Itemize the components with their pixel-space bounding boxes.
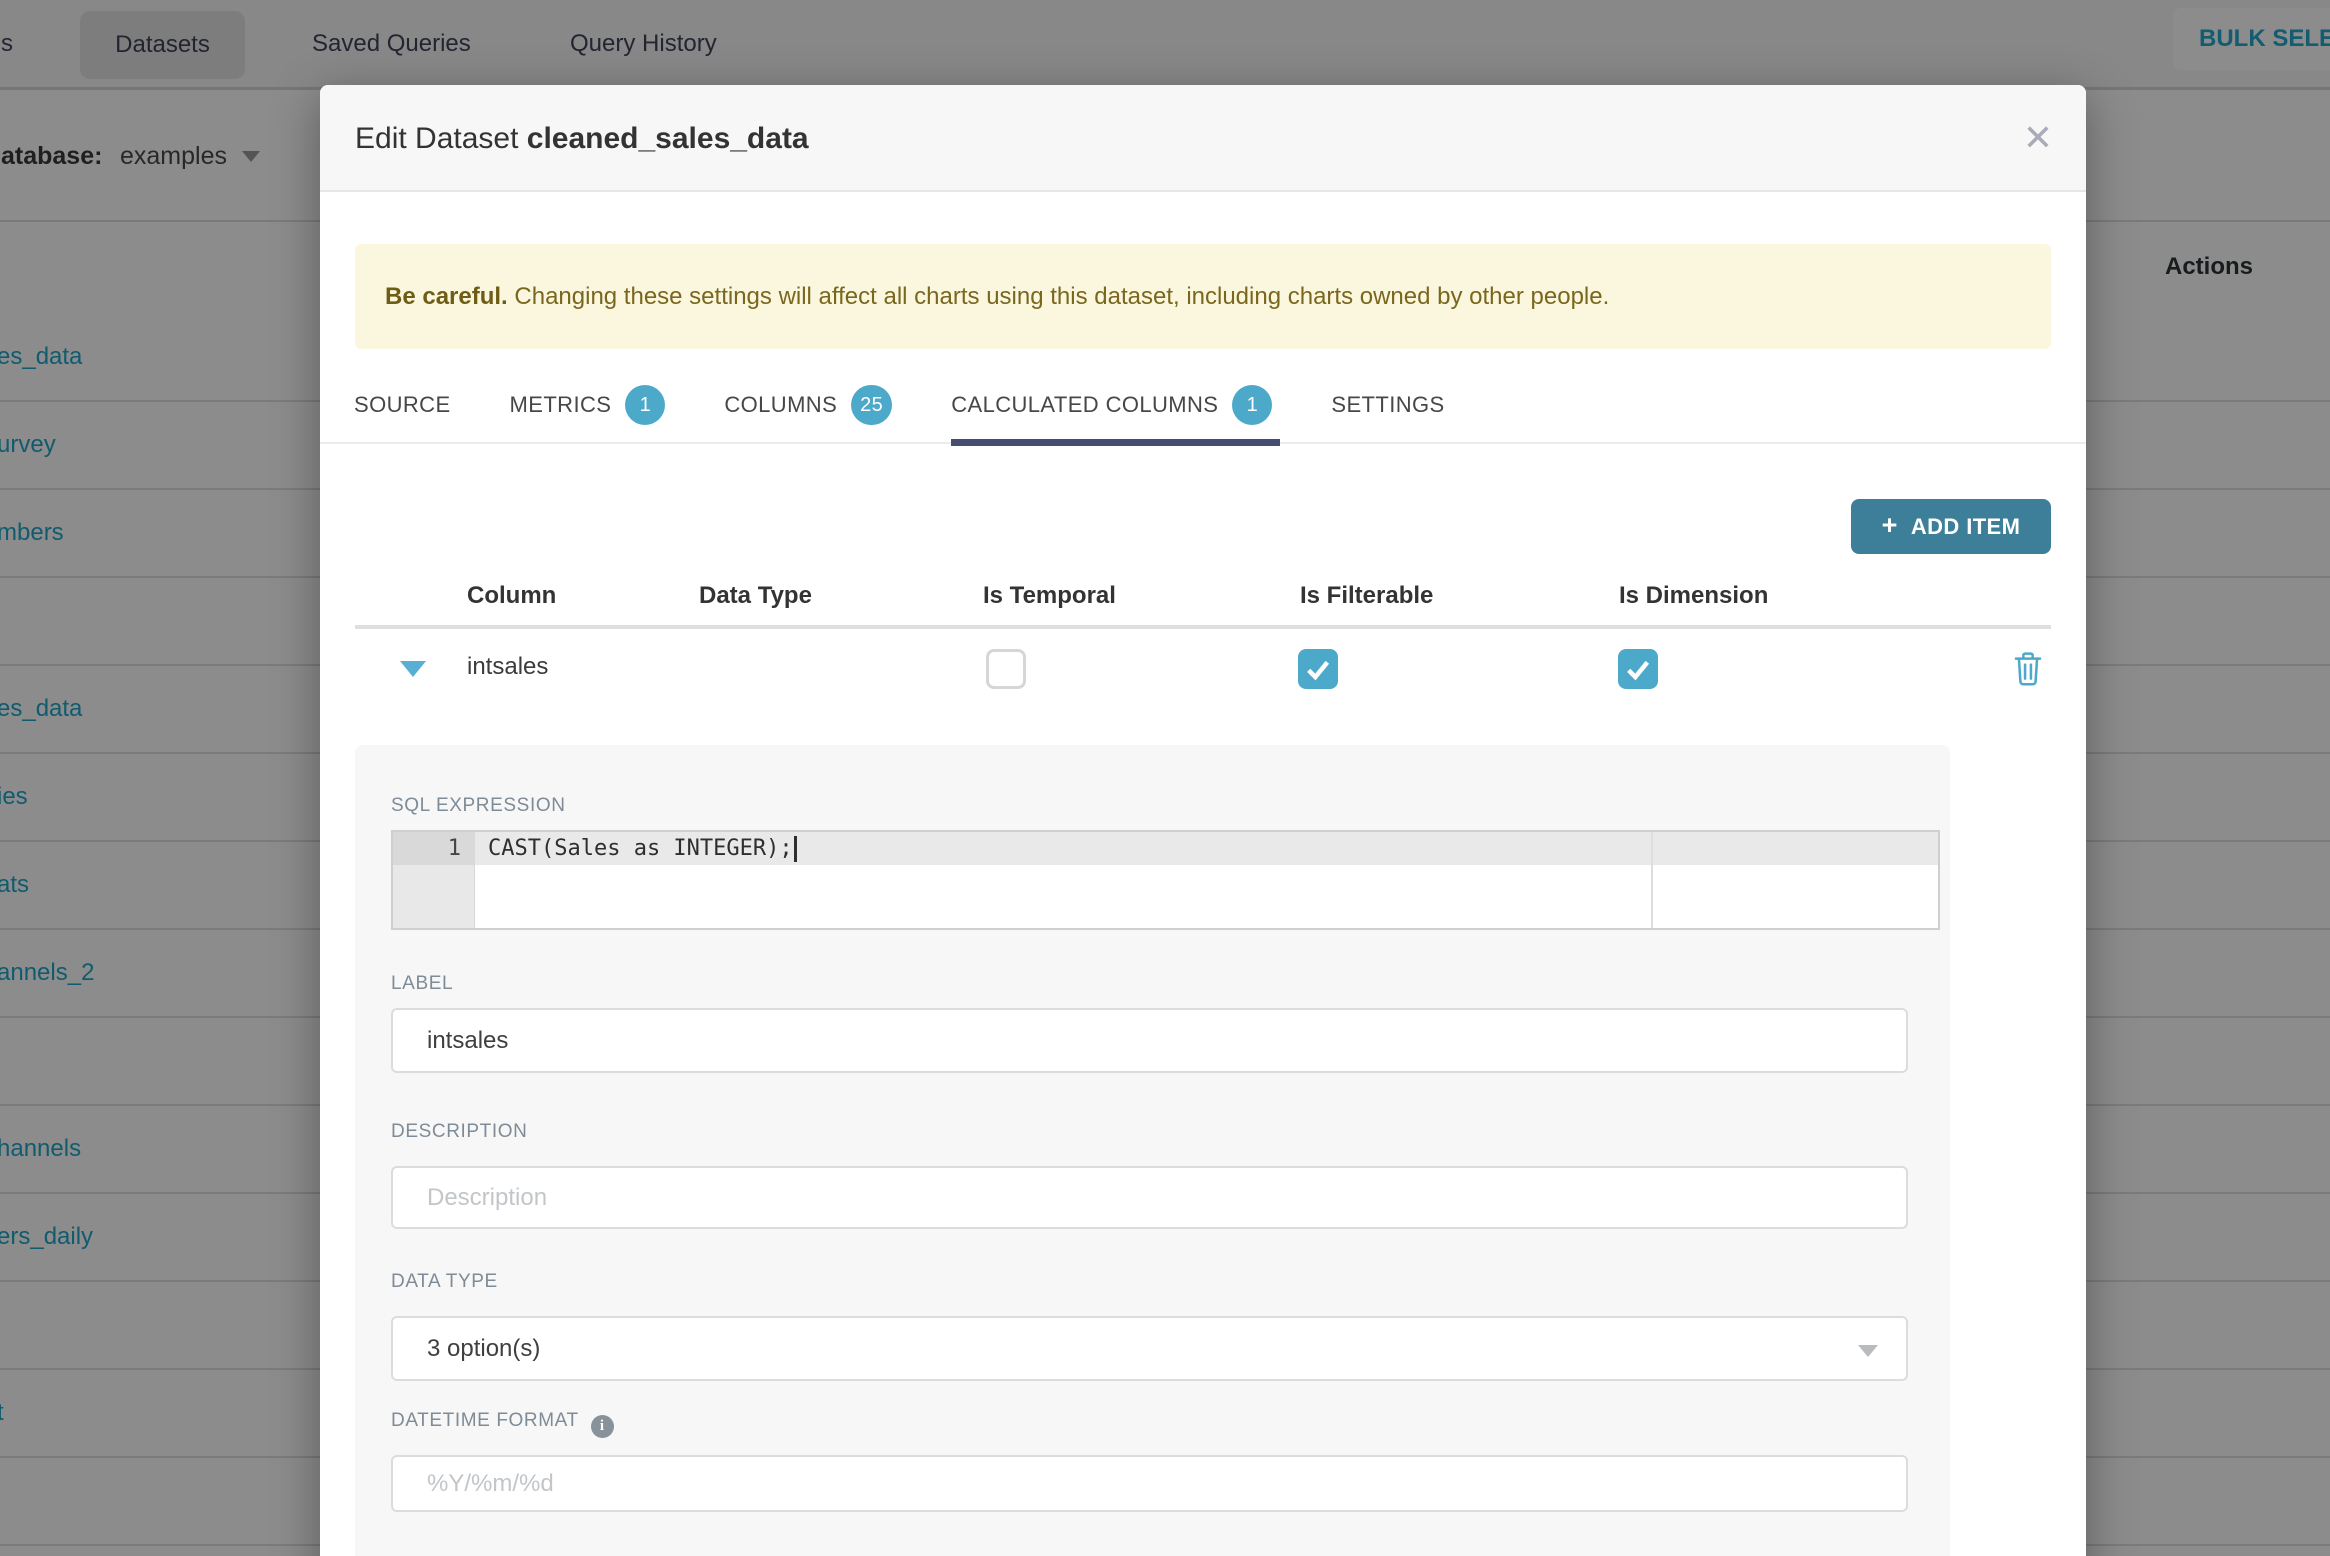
table-header-divider — [355, 625, 2051, 629]
add-item-label: ADD ITEM — [1910, 513, 2021, 539]
column-header-is-temporal: Is Temporal — [983, 582, 1116, 609]
column-header-data-type: Data Type — [699, 582, 812, 609]
tab-label: METRICS — [509, 391, 612, 417]
description-input[interactable] — [391, 1166, 1908, 1229]
info-icon[interactable]: i — [590, 1415, 614, 1438]
edit-dataset-modal: Edit Dataset cleaned_sales_data ✕ Be car… — [320, 85, 2086, 1556]
delete-trash-icon[interactable] — [2012, 650, 2044, 686]
data-type-field-label: DATA TYPE — [391, 1271, 498, 1292]
modal-title: Edit Dataset cleaned_sales_data — [355, 85, 809, 192]
datetime-format-field-label: DATETIME FORMAT i — [391, 1410, 614, 1438]
modal-title-prefix: Edit Dataset — [355, 122, 519, 155]
plus-icon: + — [1881, 510, 1898, 540]
metrics-count-badge: 1 — [625, 384, 666, 425]
tab-settings[interactable]: SETTINGS — [1331, 365, 1444, 444]
column-header-is-dimension: Is Dimension — [1619, 582, 1769, 609]
data-type-value: 3 option(s) — [427, 1335, 541, 1362]
sql-code-text: CAST(Sales as INTEGER); — [488, 836, 793, 861]
collapse-row-caret-icon[interactable] — [400, 661, 426, 677]
datetime-format-input[interactable] — [391, 1455, 1908, 1512]
tab-label: COLUMNS — [724, 391, 838, 417]
tab-calculated-columns[interactable]: CALCULATED COLUMNS 1 — [951, 365, 1281, 446]
description-field-label: DESCRIPTION — [391, 1121, 528, 1142]
tab-metrics[interactable]: METRICS 1 — [510, 365, 666, 444]
sql-expression-label: SQL EXPRESSION — [391, 795, 566, 816]
editor-print-margin — [1651, 832, 1653, 928]
calculated-columns-count-badge: 1 — [1232, 384, 1273, 425]
datetime-format-label-text: DATETIME FORMAT — [391, 1410, 579, 1431]
datasets-page: s Datasets Saved Queries Query History B… — [0, 0, 2330, 1556]
warning-bold-text: Be careful. — [385, 283, 508, 310]
modal-title-dataset-name: cleaned_sales_data — [526, 122, 809, 155]
column-header-is-filterable: Is Filterable — [1300, 582, 1434, 609]
is-filterable-checkbox[interactable] — [1298, 649, 1338, 689]
tab-columns[interactable]: COLUMNS 25 — [724, 365, 893, 444]
editor-line-number: 1 — [393, 832, 475, 865]
modal-header: Edit Dataset cleaned_sales_data ✕ — [320, 85, 2086, 192]
label-field-label: LABEL — [391, 973, 454, 994]
text-cursor — [793, 836, 797, 862]
calculated-column-name: intsales — [467, 653, 549, 680]
modal-tabs: SOURCE METRICS 1 COLUMNS 25 CALCULATED COL… — [320, 365, 2086, 446]
tab-source[interactable]: SOURCE — [354, 365, 451, 444]
data-type-select[interactable]: 3 option(s) — [391, 1316, 1908, 1381]
tab-label: SOURCE — [354, 391, 451, 417]
is-temporal-checkbox[interactable] — [986, 649, 1026, 689]
tab-label: SETTINGS — [1331, 391, 1445, 417]
tab-label: CALCULATED COLUMNS — [951, 391, 1219, 417]
close-icon[interactable]: ✕ — [2008, 85, 2068, 192]
label-input[interactable] — [391, 1008, 1908, 1073]
chevron-down-icon — [1858, 1345, 1878, 1357]
add-item-button[interactable]: + ADD ITEM — [1851, 499, 2051, 554]
columns-count-badge: 25 — [851, 384, 893, 425]
warning-banner: Be careful. Changing these settings will… — [355, 244, 2051, 349]
is-dimension-checkbox[interactable] — [1618, 649, 1658, 689]
calculated-column-detail-panel: SQL EXPRESSION 1 CAST(Sales as INTEGER);… — [355, 745, 1950, 1556]
sql-code-line[interactable]: CAST(Sales as INTEGER); — [488, 832, 797, 865]
sql-code-editor[interactable]: 1 CAST(Sales as INTEGER); — [391, 830, 1940, 930]
column-header-column: Column — [467, 582, 557, 609]
warning-text: Changing these settings will affect all … — [507, 283, 1610, 310]
